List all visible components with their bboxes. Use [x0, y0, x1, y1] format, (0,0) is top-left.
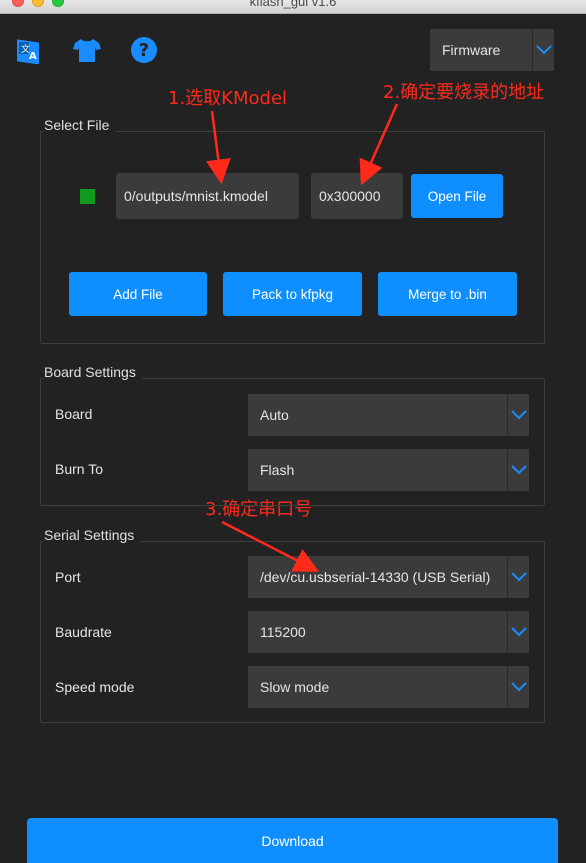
annotation-step2: 2.确定要烧录的地址	[383, 82, 545, 103]
window-titlebar: kflash_gui v1.6	[0, 0, 586, 14]
address-value: 0x300000	[319, 188, 381, 204]
port-label: Port	[55, 569, 81, 585]
annotation-step1: 1.选取KModel	[168, 88, 288, 109]
burn-to-select[interactable]: Flash	[248, 449, 529, 491]
merge-bin-button[interactable]: Merge to .bin	[378, 272, 517, 316]
baudrate-select[interactable]: 115200	[248, 611, 529, 653]
window-title: kflash_gui v1.6	[249, 0, 337, 9]
speed-mode-select-value: Slow mode	[260, 679, 330, 695]
serial-settings-title: Serial Settings	[44, 527, 141, 543]
help-icon[interactable]: ?	[130, 36, 158, 64]
firmware-select[interactable]: Firmware	[430, 29, 554, 71]
board-select[interactable]: Auto	[248, 394, 529, 436]
firmware-select-value: Firmware	[442, 42, 501, 58]
download-button[interactable]: Download	[27, 818, 558, 863]
port-select-value: /dev/cu.usbserial-14330 (USB Serial)	[260, 569, 491, 585]
chevron-down-icon	[507, 556, 529, 598]
speed-mode-select[interactable]: Slow mode	[248, 666, 529, 708]
chevron-down-icon	[507, 449, 529, 491]
open-file-button[interactable]: Open File	[411, 174, 503, 218]
shirt-icon[interactable]	[72, 37, 102, 63]
pack-kfpkg-button[interactable]: Pack to kfpkg	[223, 272, 362, 316]
speed-mode-label: Speed mode	[55, 679, 135, 695]
select-file-title: Select File	[44, 117, 116, 133]
address-field[interactable]: 0x300000	[311, 173, 403, 219]
board-settings-title: Board Settings	[44, 364, 142, 380]
burn-to-select-value: Flash	[260, 462, 295, 478]
baudrate-label: Baudrate	[55, 624, 112, 640]
board-label: Board	[55, 406, 93, 422]
chevron-down-icon	[507, 666, 529, 708]
chevron-down-icon	[507, 394, 529, 436]
baudrate-select-value: 115200	[260, 624, 306, 640]
board-select-value: Auto	[260, 407, 289, 423]
svg-text:?: ?	[139, 40, 149, 61]
translate-icon[interactable]: 文 A	[14, 36, 42, 64]
chevron-down-icon	[507, 611, 529, 653]
svg-text:A: A	[29, 51, 37, 62]
add-file-button[interactable]: Add File	[69, 272, 207, 316]
file-path-field[interactable]: 0/outputs/mnist.kmodel	[116, 173, 299, 219]
chevron-down-icon	[532, 29, 554, 71]
burn-to-label: Burn To	[55, 461, 103, 477]
file-status-indicator	[80, 189, 95, 204]
file-path-value: 0/outputs/mnist.kmodel	[124, 188, 268, 204]
port-select[interactable]: /dev/cu.usbserial-14330 (USB Serial)	[248, 556, 529, 598]
